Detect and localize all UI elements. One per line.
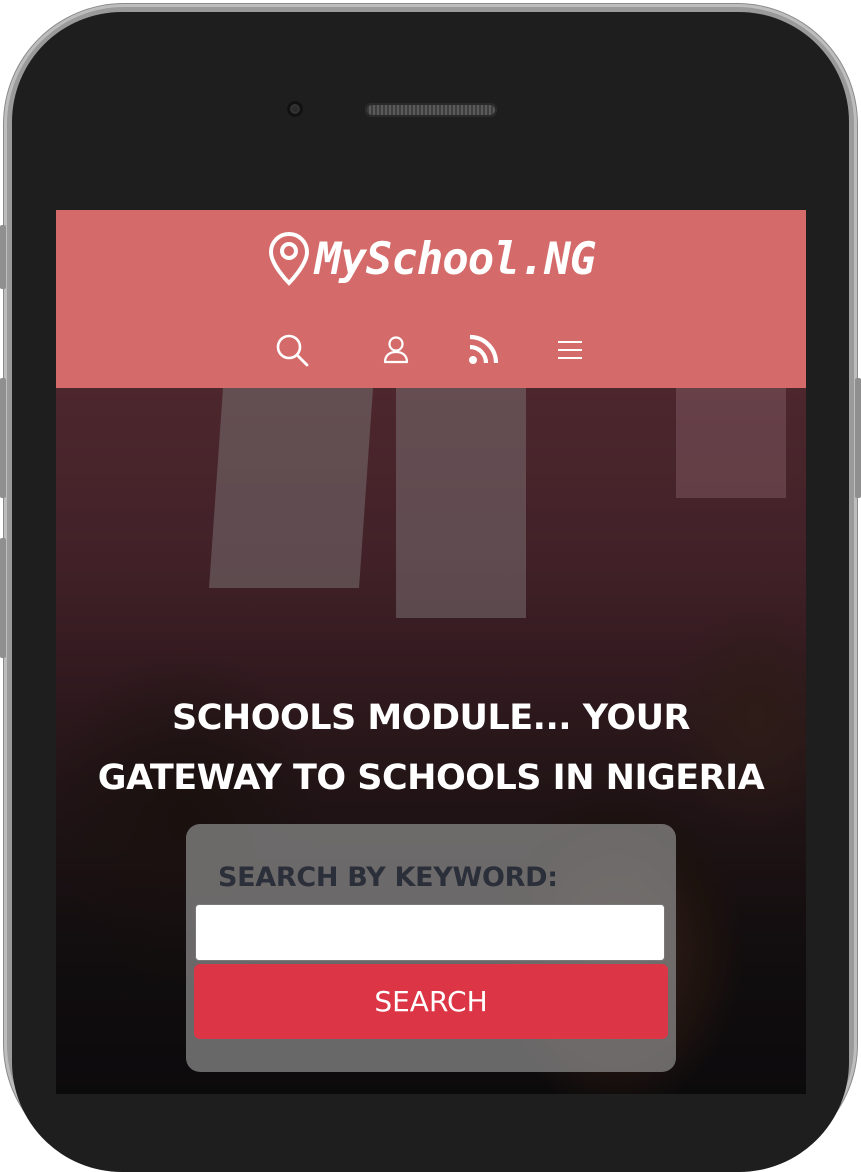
search-button[interactable]: SEARCH — [194, 964, 668, 1039]
search-card: SEARCH BY KEYWORD: SEARCH — [186, 824, 676, 1072]
map-pin-icon — [267, 231, 311, 287]
user-icon[interactable] — [374, 328, 418, 372]
hero-title-line-2: GATEWAY TO SCHOOLS IN NIGERIA — [97, 758, 765, 798]
brand-logo[interactable]: MySchool.NG — [56, 224, 806, 294]
hero-section: SCHOOLS MODULE... YOUR GATEWAY TO SCHOOL… — [56, 388, 806, 1094]
phone-side-button-right — [855, 378, 861, 498]
search-icon[interactable] — [270, 328, 314, 372]
header-nav — [56, 328, 806, 372]
camera-icon — [287, 101, 303, 117]
phone-side-button-left-bottom — [0, 538, 6, 658]
search-input[interactable] — [195, 904, 665, 961]
hero-title-line-1: SCHOOLS MODULE... YOUR — [172, 698, 690, 738]
menu-icon[interactable] — [548, 328, 592, 372]
phone-side-button-left-top — [0, 225, 6, 289]
speaker-grille — [365, 103, 497, 117]
phone-side-button-left-mid — [0, 378, 6, 498]
site-header: MySchool.NG — [56, 210, 806, 388]
phone-screen: MySchool.NG SCHOOLS MODULE... YOUR GATEW… — [56, 210, 806, 1094]
rss-icon[interactable] — [461, 328, 505, 372]
brand-name: MySchool.NG — [314, 233, 596, 285]
search-label: SEARCH BY KEYWORD: — [218, 862, 558, 893]
hero-title: SCHOOLS MODULE... YOUR GATEWAY TO SCHOOL… — [56, 688, 806, 808]
